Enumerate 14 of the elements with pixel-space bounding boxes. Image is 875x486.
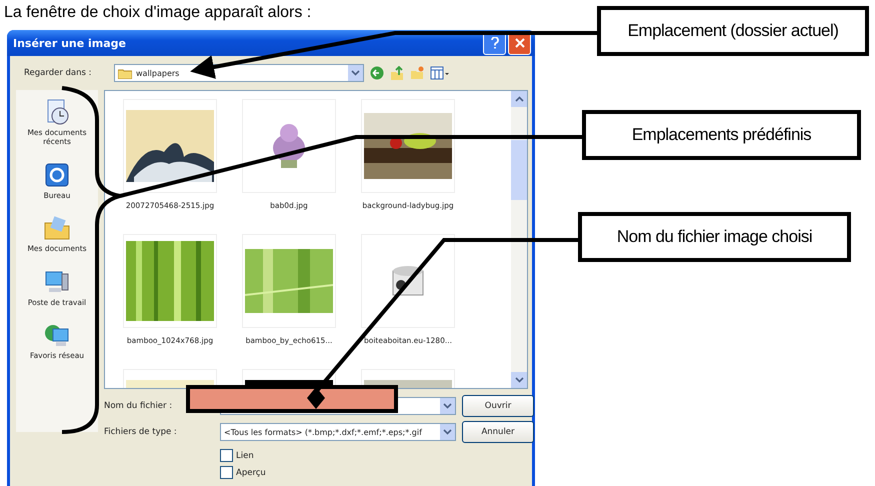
look-in-label: Regarder dans : xyxy=(23,68,93,78)
callout-label: Emplacement (dossier actuel) xyxy=(597,6,869,56)
cancel-button[interactable]: Annuler xyxy=(462,421,534,443)
callout-label: Emplacements prédéfinis xyxy=(582,110,861,160)
file-type-label: Fichiers de type : xyxy=(104,427,178,437)
open-button[interactable]: Ouvrir xyxy=(462,395,534,417)
look-in-dropdown[interactable]: wallpapers xyxy=(114,64,364,82)
heading: La fenêtre de choix d'image apparaît alors : xyxy=(3,3,312,23)
window-title: Insérer une image xyxy=(13,36,128,50)
file-name-label: Nom du fichier : xyxy=(104,401,174,411)
checkbox-label: Lien xyxy=(236,450,254,460)
callout-label: Nom du fichier image choisi xyxy=(578,212,851,262)
file-type-dropdown[interactable]: <Tous les formats> (*.bmp;*.dxf;*.emf;*.eps;*.gif xyxy=(220,423,456,441)
checkbox-label: Aperçu xyxy=(236,468,266,478)
